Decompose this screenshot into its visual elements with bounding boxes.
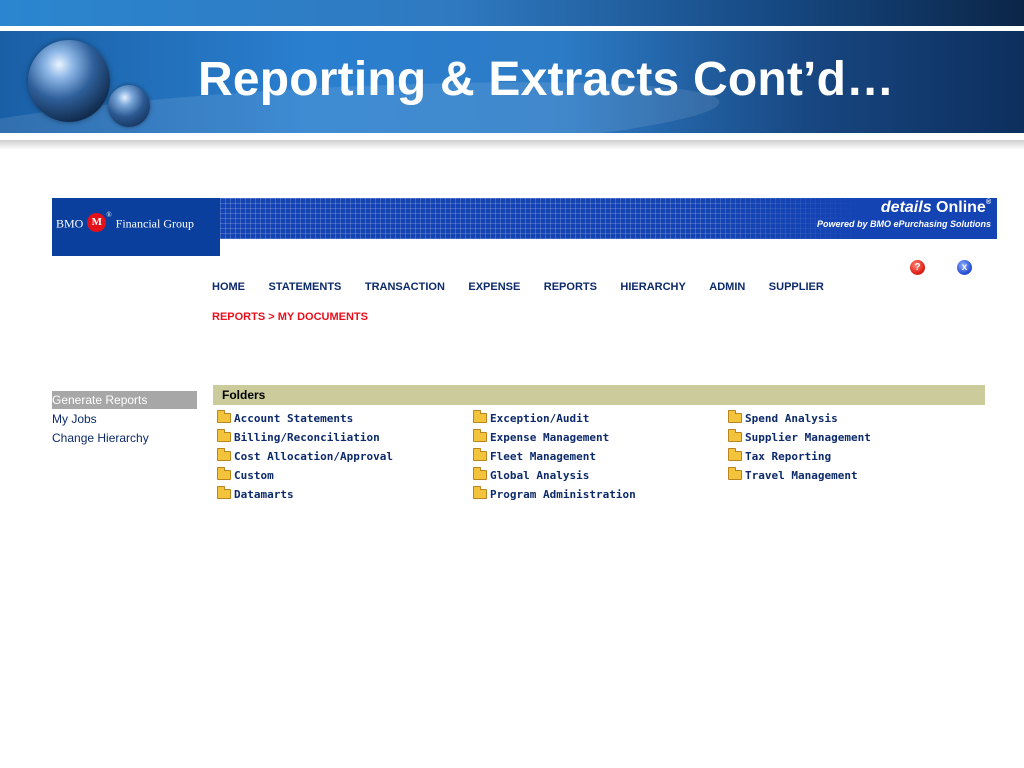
folder-item[interactable]: Account Statements: [217, 409, 393, 428]
folder-item[interactable]: Cost Allocation/Approval: [217, 447, 393, 466]
folder-icon: [217, 410, 231, 423]
nav-statements[interactable]: STATEMENTS: [268, 281, 341, 293]
folder-item[interactable]: Spend Analysis: [728, 409, 871, 428]
close-icon[interactable]: x: [957, 260, 972, 275]
app-banner: details Online® Powered by BMO ePurchasi…: [220, 198, 997, 239]
brand-logo: details Online®: [881, 199, 991, 217]
folder-label: Datamarts: [234, 488, 294, 501]
folder-label: Exception/Audit: [490, 412, 590, 425]
folder-column-1: Account Statements Billing/Reconciliatio…: [217, 409, 393, 504]
nav-supplier[interactable]: SUPPLIER: [769, 281, 824, 293]
bmo-roundel-icon: M: [87, 213, 107, 232]
folder-item[interactable]: Global Analysis: [473, 466, 636, 485]
breadcrumb: REPORTS > MY DOCUMENTS: [212, 311, 368, 323]
bmo-name-left: BMO: [56, 216, 84, 231]
slide-header: Reporting & Extracts Cont’d…: [0, 0, 1024, 140]
nav-expense[interactable]: EXPENSE: [468, 281, 520, 293]
globe-icon: [28, 40, 110, 122]
folder-icon: [217, 429, 231, 442]
folder-item[interactable]: Program Administration: [473, 485, 636, 504]
folder-icon: [728, 467, 742, 480]
folder-item[interactable]: Datamarts: [217, 485, 393, 504]
folder-column-3: Spend Analysis Supplier Management Tax R…: [728, 409, 871, 485]
bmo-logo[interactable]: BMO M®Financial Group: [52, 198, 220, 256]
folder-icon: [473, 467, 487, 480]
folders-header: Folders: [213, 385, 985, 405]
brand-registered: ®: [985, 199, 991, 206]
folder-icon: [217, 448, 231, 461]
folder-icon: [217, 486, 231, 499]
folder-icon: [473, 410, 487, 423]
header-shadow: [0, 140, 1024, 150]
folder-label: Fleet Management: [490, 450, 596, 463]
folder-item[interactable]: Tax Reporting: [728, 447, 871, 466]
nav-admin[interactable]: ADMIN: [709, 281, 745, 293]
folder-item[interactable]: Supplier Management: [728, 428, 871, 447]
folder-label: Cost Allocation/Approval: [234, 450, 393, 463]
nav-home[interactable]: HOME: [212, 281, 245, 293]
folder-label: Expense Management: [490, 431, 610, 444]
folder-label: Program Administration: [490, 488, 636, 501]
folder-icon: [217, 467, 231, 480]
folder-icon: [473, 448, 487, 461]
folder-column-2: Exception/Audit Expense Management Fleet…: [473, 409, 636, 504]
nav-reports[interactable]: REPORTS: [544, 281, 597, 293]
sidebar-header-generate-reports[interactable]: Generate Reports: [52, 391, 197, 409]
header-bottom-band: [0, 133, 1024, 140]
brand-tagline: Powered by BMO ePurchasing Solutions: [816, 219, 991, 229]
folder-icon: [728, 410, 742, 423]
main-nav: HOME STATEMENTS TRANSACTION EXPENSE REPO…: [212, 277, 843, 295]
bmo-name-right: Financial Group: [115, 216, 194, 231]
nav-hierarchy[interactable]: HIERARCHY: [620, 281, 685, 293]
folder-item[interactable]: Billing/Reconciliation: [217, 428, 393, 447]
bmo-trademark: ®: [106, 211, 112, 219]
folder-label: Custom: [234, 469, 274, 482]
folder-item[interactable]: Travel Management: [728, 466, 871, 485]
sidebar-link-change-hierarchy[interactable]: Change Hierarchy: [52, 431, 149, 445]
folder-icon: [473, 429, 487, 442]
folder-label: Global Analysis: [490, 469, 590, 482]
folder-icon: [473, 486, 487, 499]
folder-icon: [728, 429, 742, 442]
folder-label: Spend Analysis: [745, 412, 838, 425]
folder-icon: [728, 448, 742, 461]
folders-title: Folders: [222, 388, 266, 402]
folder-label: Account Statements: [234, 412, 354, 425]
folder-label: Tax Reporting: [745, 450, 832, 463]
header-top-strip: [0, 0, 1024, 26]
folder-label: Billing/Reconciliation: [234, 431, 380, 444]
sidebar-link-my-jobs[interactable]: My Jobs: [52, 412, 97, 426]
folder-label: Supplier Management: [745, 431, 871, 444]
folder-item[interactable]: Expense Management: [473, 428, 636, 447]
small-globe-icon: [108, 85, 150, 127]
bmo-logo-text: BMO M®Financial Group: [56, 211, 194, 234]
folder-label: Travel Management: [745, 469, 858, 482]
header-divider: [0, 26, 1024, 31]
folder-item[interactable]: Fleet Management: [473, 447, 636, 466]
folder-item[interactable]: Custom: [217, 466, 393, 485]
brand-details: details: [880, 199, 937, 216]
brand-online: Online: [936, 199, 986, 216]
nav-transaction[interactable]: TRANSACTION: [365, 281, 445, 293]
folder-item[interactable]: Exception/Audit: [473, 409, 636, 428]
help-icon[interactable]: ?: [910, 260, 925, 275]
slide-title: Reporting & Extracts Cont’d…: [198, 53, 895, 106]
